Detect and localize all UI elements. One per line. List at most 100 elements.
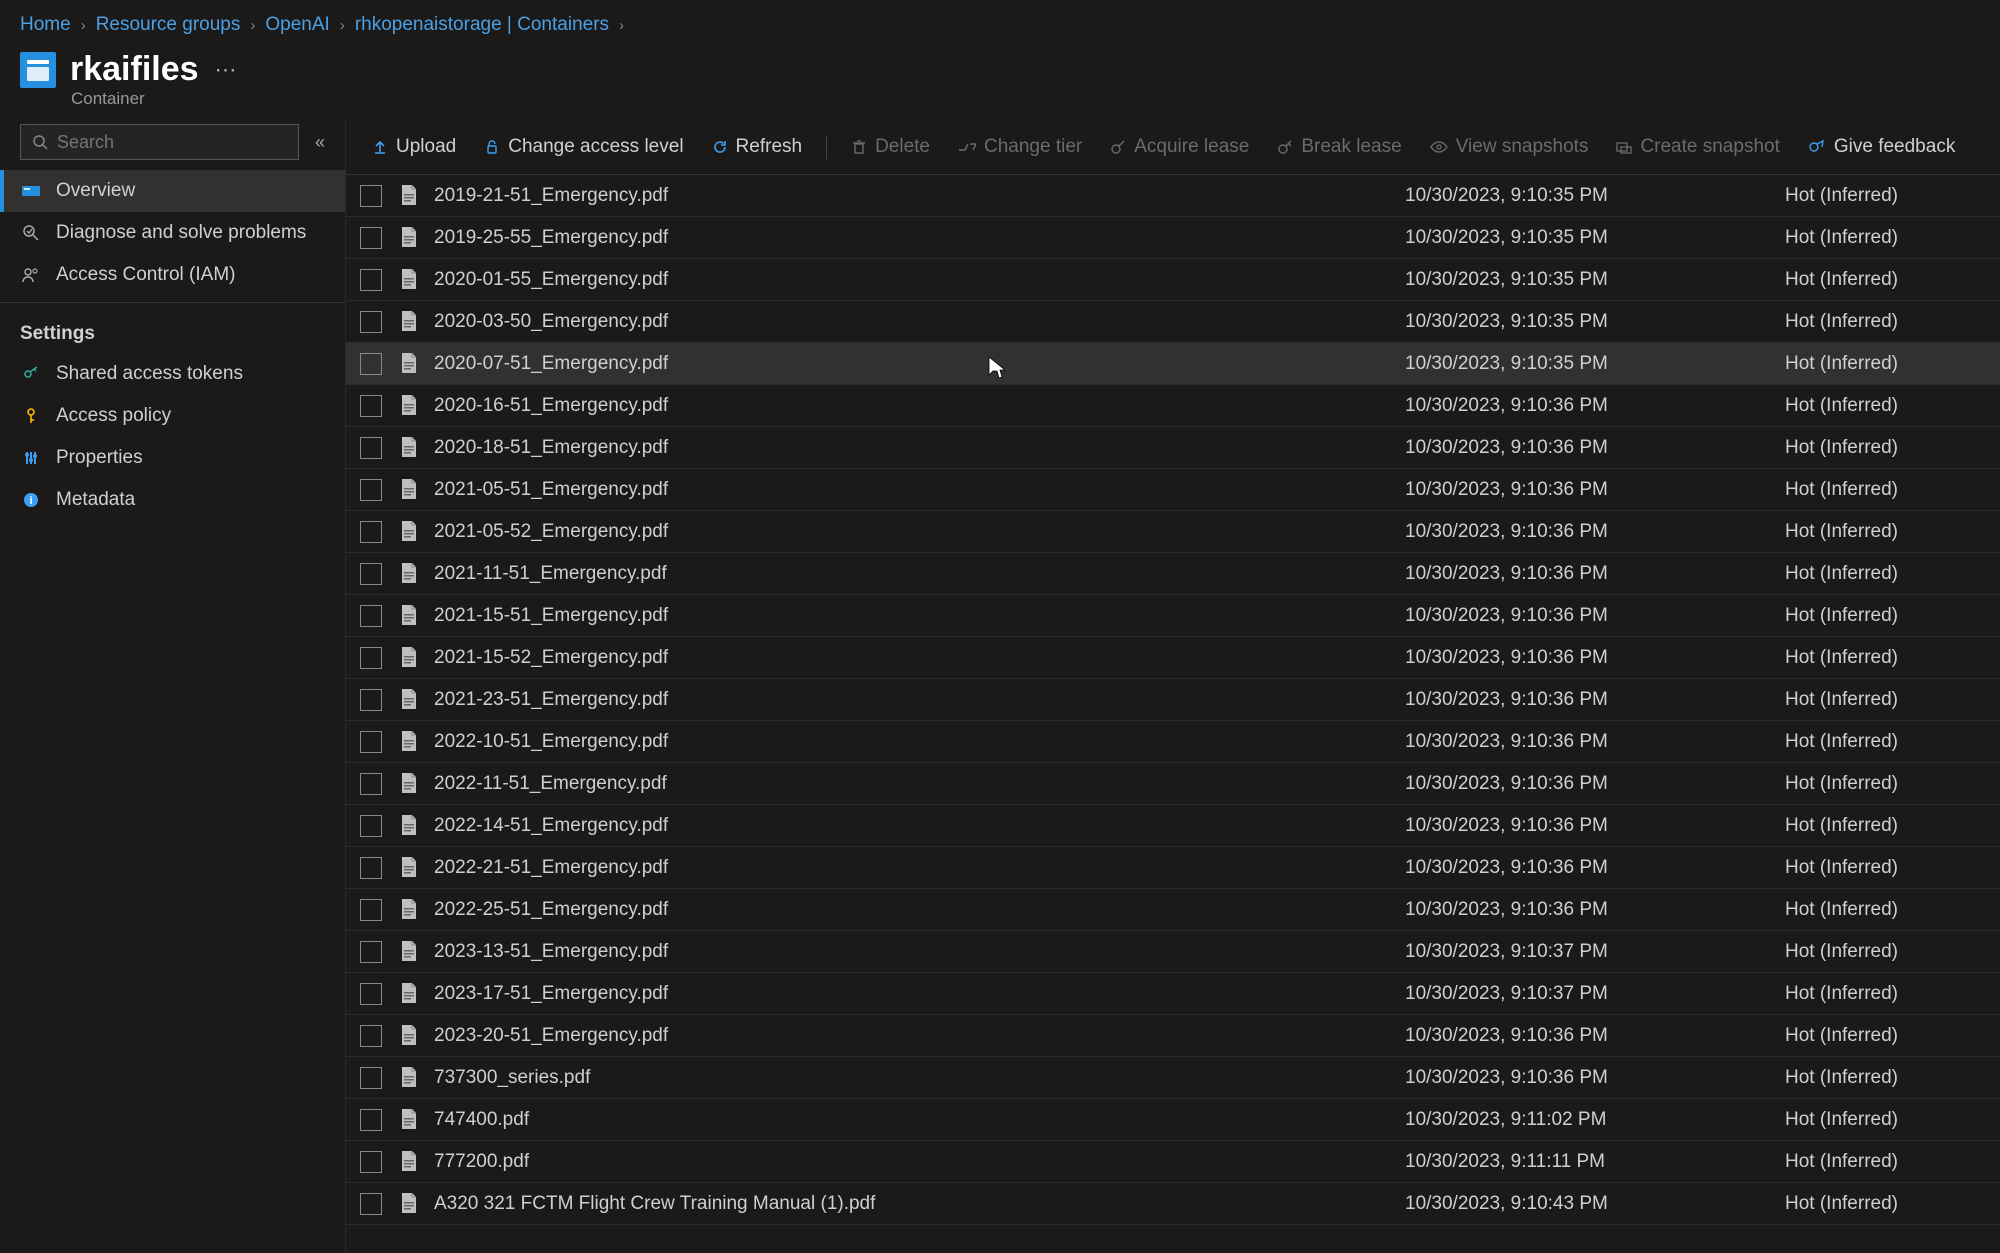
row-checkbox[interactable] xyxy=(360,941,382,963)
sidebar-item-sas[interactable]: Shared access tokens xyxy=(0,353,345,395)
refresh-button[interactable]: Refresh xyxy=(700,130,815,164)
table-row[interactable]: 2022-25-51_Emergency.pdf10/30/2023, 9:10… xyxy=(346,889,2000,931)
breadcrumb-item[interactable]: Home xyxy=(20,14,71,36)
row-checkbox[interactable] xyxy=(360,647,382,669)
table-row[interactable]: 737300_series.pdf10/30/2023, 9:10:36 PMH… xyxy=(346,1057,2000,1099)
row-checkbox[interactable] xyxy=(360,185,382,207)
table-row[interactable]: 2021-05-51_Emergency.pdf10/30/2023, 9:10… xyxy=(346,469,2000,511)
file-name[interactable]: 2020-03-50_Emergency.pdf xyxy=(434,311,1405,333)
file-name[interactable]: 2021-23-51_Emergency.pdf xyxy=(434,689,1405,711)
row-checkbox[interactable] xyxy=(360,437,382,459)
file-name[interactable]: 2023-17-51_Emergency.pdf xyxy=(434,983,1405,1005)
sidebar-item-key[interactable]: Access policy xyxy=(0,395,345,437)
table-row[interactable]: 2020-03-50_Emergency.pdf10/30/2023, 9:10… xyxy=(346,301,2000,343)
file-name[interactable]: 2021-15-52_Emergency.pdf xyxy=(434,647,1405,669)
table-row[interactable]: A320 321 FCTM Flight Crew Training Manua… xyxy=(346,1183,2000,1225)
table-row[interactable]: 2023-20-51_Emergency.pdf10/30/2023, 9:10… xyxy=(346,1015,2000,1057)
row-checkbox[interactable] xyxy=(360,773,382,795)
file-name[interactable]: 2022-25-51_Emergency.pdf xyxy=(434,899,1405,921)
row-checkbox[interactable] xyxy=(360,353,382,375)
file-modified: 10/30/2023, 9:11:02 PM xyxy=(1405,1109,1785,1131)
sidebar-item-diagnose[interactable]: Diagnose and solve problems xyxy=(0,212,345,254)
sidebar-item-props[interactable]: Properties xyxy=(0,437,345,479)
page-subtitle: Container xyxy=(0,89,2000,109)
file-icon xyxy=(400,730,420,754)
table-row[interactable]: 2022-11-51_Emergency.pdf10/30/2023, 9:10… xyxy=(346,763,2000,805)
breadcrumb-item[interactable]: Resource groups xyxy=(96,14,241,36)
table-row[interactable]: 2020-01-55_Emergency.pdf10/30/2023, 9:10… xyxy=(346,259,2000,301)
sidebar-item-overview[interactable]: Overview xyxy=(0,170,345,212)
file-name[interactable]: 2022-21-51_Emergency.pdf xyxy=(434,857,1405,879)
upload-button[interactable]: Upload xyxy=(360,130,468,164)
table-row[interactable]: 2023-17-51_Emergency.pdf10/30/2023, 9:10… xyxy=(346,973,2000,1015)
table-row[interactable]: 2021-11-51_Emergency.pdf10/30/2023, 9:10… xyxy=(346,553,2000,595)
file-name[interactable]: 737300_series.pdf xyxy=(434,1067,1405,1089)
table-row[interactable]: 2020-18-51_Emergency.pdf10/30/2023, 9:10… xyxy=(346,427,2000,469)
row-checkbox[interactable] xyxy=(360,521,382,543)
file-name[interactable]: 2020-01-55_Emergency.pdf xyxy=(434,269,1405,291)
file-name[interactable]: 2022-10-51_Emergency.pdf xyxy=(434,731,1405,753)
row-checkbox[interactable] xyxy=(360,1151,382,1173)
chevron-right-icon: › xyxy=(609,17,634,34)
table-row[interactable]: 2019-21-51_Emergency.pdf10/30/2023, 9:10… xyxy=(346,175,2000,217)
file-name[interactable]: 2020-18-51_Emergency.pdf xyxy=(434,437,1405,459)
table-row[interactable]: 2023-13-51_Emergency.pdf10/30/2023, 9:10… xyxy=(346,931,2000,973)
file-name[interactable]: 2021-05-51_Emergency.pdf xyxy=(434,479,1405,501)
file-name[interactable]: 2019-21-51_Emergency.pdf xyxy=(434,185,1405,207)
file-name[interactable]: 2021-05-52_Emergency.pdf xyxy=(434,521,1405,543)
file-name[interactable]: A320 321 FCTM Flight Crew Training Manua… xyxy=(434,1193,1405,1215)
table-row[interactable]: 2022-10-51_Emergency.pdf10/30/2023, 9:10… xyxy=(346,721,2000,763)
more-actions-button[interactable]: ⋯ xyxy=(215,57,237,83)
row-checkbox[interactable] xyxy=(360,857,382,879)
file-name[interactable]: 2022-11-51_Emergency.pdf xyxy=(434,773,1405,795)
breadcrumb-item[interactable]: OpenAI xyxy=(265,14,329,36)
row-checkbox[interactable] xyxy=(360,983,382,1005)
row-checkbox[interactable] xyxy=(360,269,382,291)
table-row[interactable]: 2020-07-51_Emergency.pdf10/30/2023, 9:10… xyxy=(346,343,2000,385)
file-name[interactable]: 2023-20-51_Emergency.pdf xyxy=(434,1025,1405,1047)
row-checkbox[interactable] xyxy=(360,1067,382,1089)
table-row[interactable]: 2021-15-52_Emergency.pdf10/30/2023, 9:10… xyxy=(346,637,2000,679)
row-checkbox[interactable] xyxy=(360,1109,382,1131)
change-access-button[interactable]: Change access level xyxy=(472,130,695,164)
search-input-wrap[interactable] xyxy=(20,124,299,160)
table-row[interactable]: 2021-23-51_Emergency.pdf10/30/2023, 9:10… xyxy=(346,679,2000,721)
row-checkbox[interactable] xyxy=(360,899,382,921)
search-input[interactable] xyxy=(57,132,288,153)
file-list[interactable]: 2019-21-51_Emergency.pdf 10/30/2023, 9:10… xyxy=(346,175,2000,1253)
table-row[interactable]: 2021-05-52_Emergency.pdf10/30/2023, 9:10… xyxy=(346,511,2000,553)
collapse-sidebar-button[interactable]: « xyxy=(315,132,325,153)
file-name[interactable]: 2021-11-51_Emergency.pdf xyxy=(434,563,1405,585)
file-name[interactable]: 2021-15-51_Emergency.pdf xyxy=(434,605,1405,627)
file-name[interactable]: 2023-13-51_Emergency.pdf xyxy=(434,941,1405,963)
table-row[interactable]: 2020-16-51_Emergency.pdf10/30/2023, 9:10… xyxy=(346,385,2000,427)
file-name[interactable]: 2019-25-55_Emergency.pdf xyxy=(434,227,1405,249)
row-checkbox[interactable] xyxy=(360,311,382,333)
table-row[interactable]: 2022-14-51_Emergency.pdf10/30/2023, 9:10… xyxy=(346,805,2000,847)
row-checkbox[interactable] xyxy=(360,479,382,501)
file-name[interactable]: 2020-16-51_Emergency.pdf xyxy=(434,395,1405,417)
give-feedback-button[interactable]: Give feedback xyxy=(1796,130,1967,164)
file-modified: 10/30/2023, 9:10:36 PM xyxy=(1405,773,1785,795)
sidebar-item-iam[interactable]: Access Control (IAM) xyxy=(0,254,345,296)
row-checkbox[interactable] xyxy=(360,689,382,711)
row-checkbox[interactable] xyxy=(360,1025,382,1047)
file-name[interactable]: 777200.pdf xyxy=(434,1151,1405,1173)
file-name[interactable]: 747400.pdf xyxy=(434,1109,1405,1131)
row-checkbox[interactable] xyxy=(360,815,382,837)
table-row[interactable]: 777200.pdf10/30/2023, 9:11:11 PMHot (Inf… xyxy=(346,1141,2000,1183)
breadcrumb-item[interactable]: rhkopenaistorage | Containers xyxy=(355,14,609,36)
sidebar-item-meta[interactable]: iMetadata xyxy=(0,479,345,521)
file-name[interactable]: 2022-14-51_Emergency.pdf xyxy=(434,815,1405,837)
table-row[interactable]: 2019-25-55_Emergency.pdf10/30/2023, 9:10… xyxy=(346,217,2000,259)
table-row[interactable]: 2021-15-51_Emergency.pdf10/30/2023, 9:10… xyxy=(346,595,2000,637)
row-checkbox[interactable] xyxy=(360,605,382,627)
table-row[interactable]: 2022-21-51_Emergency.pdf10/30/2023, 9:10… xyxy=(346,847,2000,889)
table-row[interactable]: 747400.pdf10/30/2023, 9:11:02 PMHot (Inf… xyxy=(346,1099,2000,1141)
file-name[interactable]: 2020-07-51_Emergency.pdf xyxy=(434,353,1405,375)
row-checkbox[interactable] xyxy=(360,1193,382,1215)
row-checkbox[interactable] xyxy=(360,563,382,585)
row-checkbox[interactable] xyxy=(360,227,382,249)
row-checkbox[interactable] xyxy=(360,731,382,753)
row-checkbox[interactable] xyxy=(360,395,382,417)
